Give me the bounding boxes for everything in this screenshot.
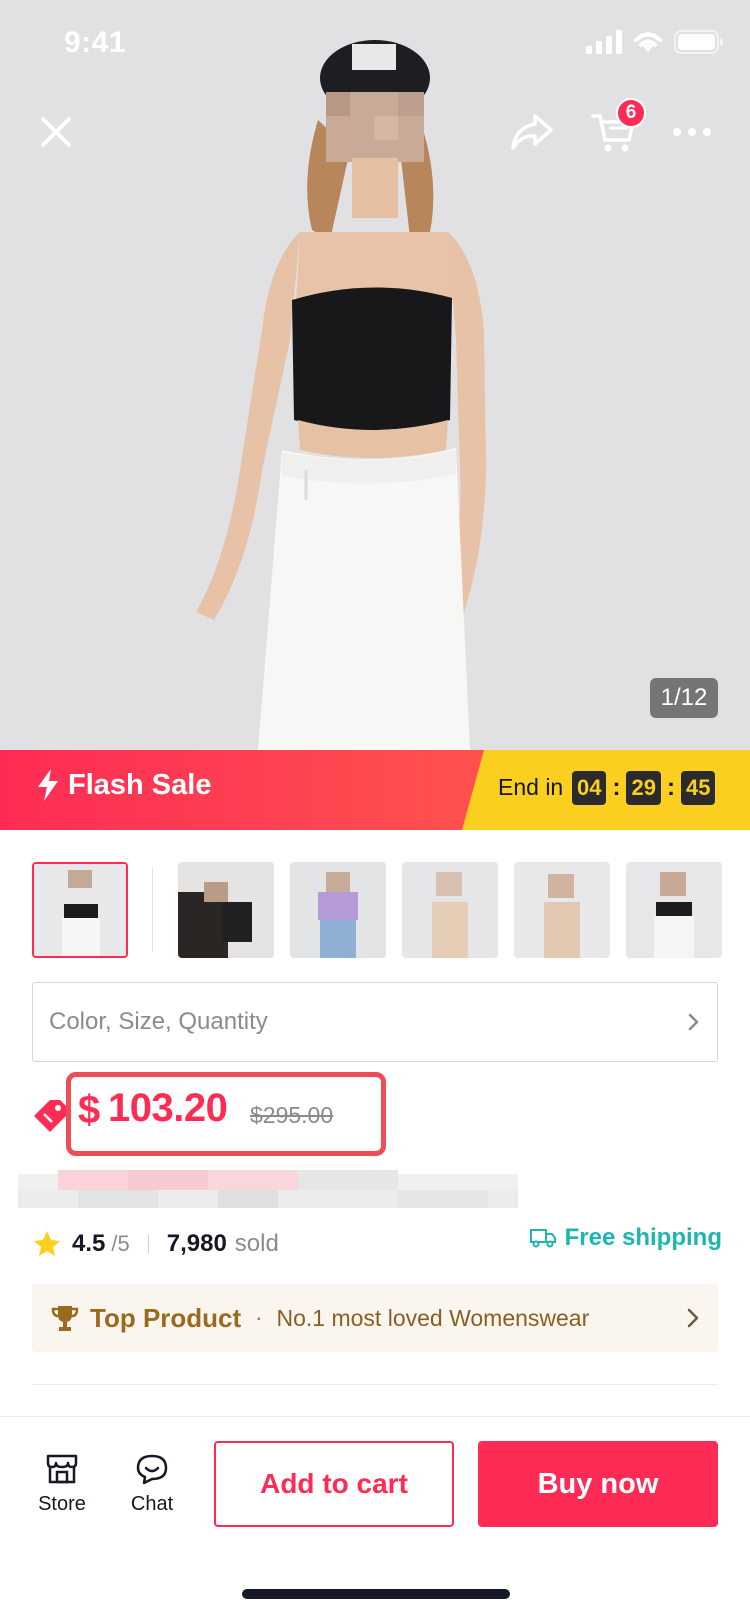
thumbnail-4[interactable]	[402, 862, 498, 958]
more-icon	[673, 128, 711, 136]
sold-label: sold	[234, 1230, 279, 1257]
close-icon	[41, 117, 71, 147]
status-time: 9:41	[64, 26, 127, 59]
thumbnail-1[interactable]	[32, 862, 128, 958]
status-bar: 9:41	[0, 0, 750, 90]
thumbnail-2[interactable]	[178, 862, 274, 958]
thumbnail-image	[290, 862, 386, 958]
price-row: $ 103.20 $295.00	[30, 1072, 450, 1162]
countdown-separator: :	[666, 774, 675, 801]
store-label: Store	[38, 1493, 86, 1515]
signal-icon	[586, 30, 622, 54]
rating-max: /5	[111, 1231, 130, 1256]
thumbnail-image	[402, 862, 498, 958]
top-product-banner[interactable]: Top Product · No.1 most loved Womenswear	[32, 1284, 718, 1352]
flash-sale-banner: Flash Sale End in 04 : 29 : 45	[0, 750, 750, 830]
status-icons	[586, 30, 724, 54]
thumbnail-divider	[152, 868, 153, 952]
thumbnail-image	[34, 864, 126, 956]
rating-row: 4.5 /5 7,980 sold Free shipping	[32, 1224, 722, 1264]
cart-count-badge: 6	[616, 98, 646, 128]
thumbnail-3[interactable]	[290, 862, 386, 958]
countdown-label: End in	[498, 774, 564, 800]
thumbnail-image	[178, 862, 274, 958]
product-image[interactable]: 9:41 6 1/12	[0, 0, 750, 750]
share-button[interactable]	[500, 100, 564, 164]
close-button[interactable]	[24, 100, 88, 164]
countdown-minutes: 29	[626, 771, 661, 805]
bottom-action-bar: Store Chat Add to cart Buy now	[0, 1416, 750, 1620]
product-title-blurred	[18, 1170, 518, 1208]
top-product-description: No.1 most loved Womenswear	[276, 1304, 590, 1331]
thumbnail-image	[626, 862, 722, 958]
more-options-button[interactable]	[660, 100, 724, 164]
chat-button[interactable]: Chat	[112, 1453, 192, 1516]
coupon-tag-icon	[34, 1100, 66, 1132]
home-indicator[interactable]	[242, 1589, 510, 1599]
rating-value: 4.5	[72, 1230, 106, 1257]
thumbnail-5[interactable]	[514, 862, 610, 958]
section-divider	[32, 1384, 718, 1385]
image-counter: 1/12	[650, 678, 718, 718]
price-currency: $	[78, 1088, 101, 1132]
store-icon	[46, 1454, 78, 1484]
chat-icon	[136, 1454, 168, 1485]
star-icon	[34, 1231, 60, 1256]
trophy-icon	[51, 1306, 79, 1331]
free-shipping-badge: Free shipping	[529, 1224, 722, 1252]
sold-count: 7,980	[166, 1230, 227, 1257]
variant-selector-label: Color, Size, Quantity	[49, 1008, 268, 1035]
truck-icon	[529, 1229, 556, 1248]
buy-now-button[interactable]: Buy now	[478, 1441, 718, 1527]
thumbnail-6[interactable]	[626, 862, 722, 958]
add-to-cart-button[interactable]: Add to cart	[214, 1441, 454, 1527]
countdown-timer: 04 : 29 : 45	[572, 771, 716, 805]
countdown-separator: :	[612, 774, 621, 801]
variant-selector[interactable]: Color, Size, Quantity	[32, 982, 718, 1062]
share-icon	[511, 114, 553, 150]
wifi-icon	[634, 32, 662, 52]
top-product-title: Top Product	[90, 1302, 242, 1333]
lightning-icon	[38, 769, 58, 801]
store-button[interactable]: Store	[22, 1453, 102, 1516]
countdown-seconds: 45	[680, 771, 716, 805]
battery-icon	[674, 30, 723, 54]
chevron-right-icon	[688, 1013, 699, 1031]
countdown-hours: 04	[572, 771, 607, 805]
chat-label: Chat	[130, 1493, 174, 1515]
flash-sale-title: Flash Sale	[68, 768, 212, 801]
thumbnail-strip	[32, 862, 750, 958]
current-price: 103.20	[108, 1086, 228, 1130]
top-product-separator: ·	[255, 1305, 263, 1330]
rating-divider	[147, 1235, 149, 1253]
original-price: $295.00	[250, 1102, 334, 1128]
thumbnail-image	[514, 862, 610, 958]
flash-sale-title-group: Flash Sale	[36, 768, 211, 802]
cart-button[interactable]: 6	[582, 98, 646, 164]
chevron-right-icon	[687, 1308, 699, 1328]
free-shipping-label: Free shipping	[564, 1224, 722, 1251]
